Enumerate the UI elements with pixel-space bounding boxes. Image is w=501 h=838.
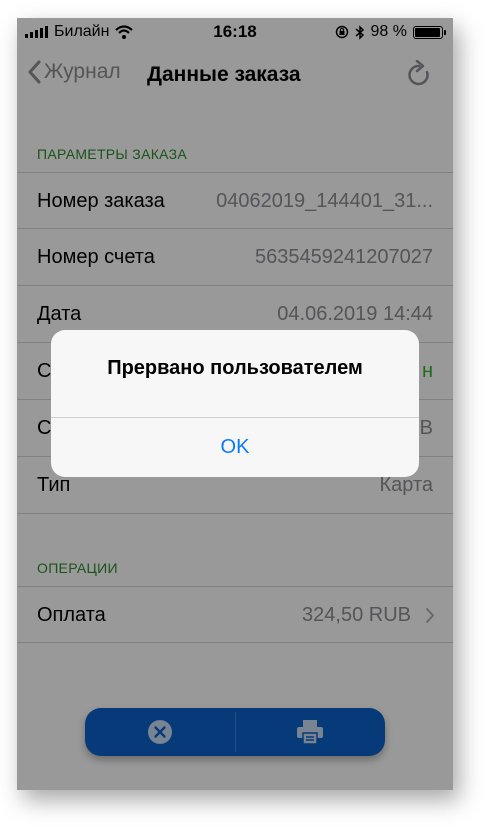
alert-message: Прервано пользователем (107, 357, 363, 379)
phone-screen: Билайн 16:18 98 % Журнал Данные заказа П… (17, 18, 453, 790)
alert-dialog: Прервано пользователем OK (51, 330, 419, 477)
ok-button[interactable]: OK (51, 418, 419, 477)
